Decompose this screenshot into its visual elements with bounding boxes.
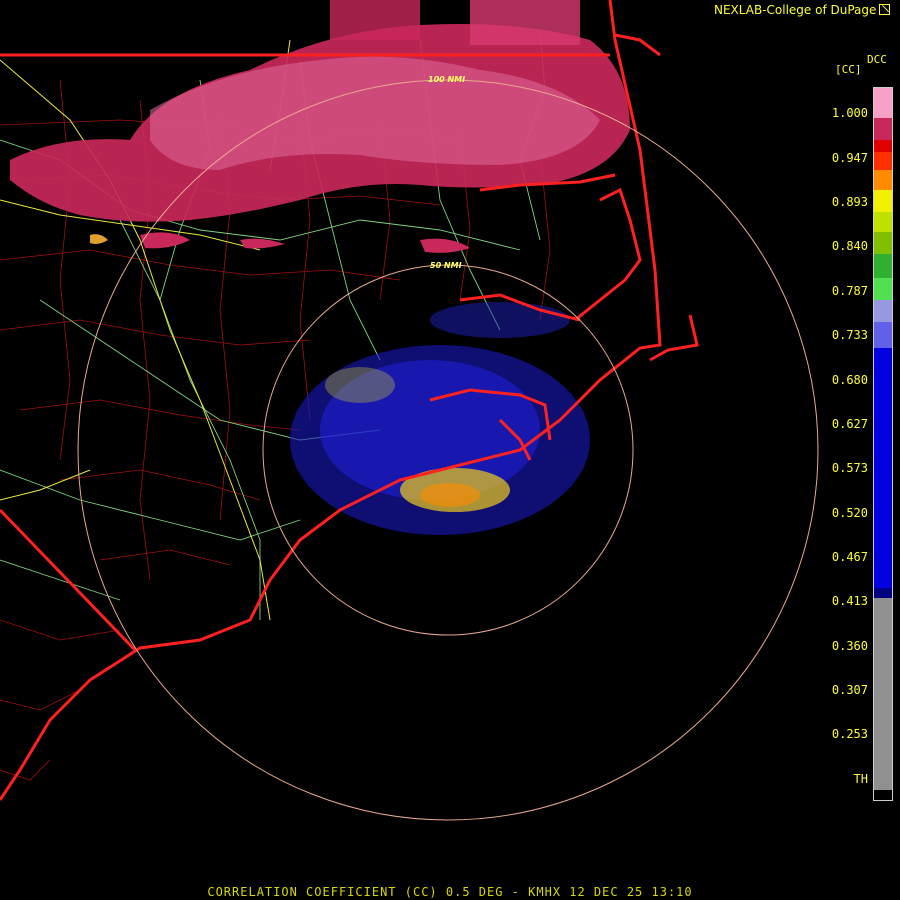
legend-tick: 0.307 [831, 683, 868, 697]
color-scale [873, 87, 893, 801]
legend-tick: 0.360 [831, 639, 868, 653]
range-label-50: 50 NMI [430, 261, 462, 270]
legend-tick: 0.467 [831, 550, 868, 564]
legend-tick: 0.627 [831, 417, 868, 431]
map-cursor-icon[interactable] [879, 4, 891, 15]
color-segment [874, 278, 892, 300]
footer-caption: CORRELATION COEFFICIENT (CC) 0.5 DEG - K… [207, 885, 693, 899]
color-segment [874, 300, 892, 322]
radar-map: 50 NMI 100 NMI [0, 0, 900, 900]
credit-text: NEXLAB-College of DuPage [714, 3, 877, 17]
color-segment [874, 232, 892, 254]
legend-tick: 0.947 [831, 151, 868, 165]
color-segment [874, 790, 892, 800]
color-segment [874, 152, 892, 170]
unit-label: [CC] [835, 63, 862, 76]
legend-tick: 0.787 [831, 284, 868, 298]
color-segment [874, 88, 892, 118]
legend-tick: 1.000 [831, 106, 868, 120]
color-segment [874, 170, 892, 190]
color-segment [874, 140, 892, 152]
color-segment [874, 588, 892, 598]
legend-tick: 0.840 [831, 239, 868, 253]
color-segment [874, 212, 892, 232]
legend-tick: 0.520 [831, 506, 868, 520]
color-segment [874, 348, 892, 588]
color-segment [874, 254, 892, 278]
legend-tick: TH [853, 772, 868, 786]
legend-tick: 0.733 [831, 328, 868, 342]
product-code: DCC [867, 53, 887, 66]
color-segment [874, 598, 892, 790]
color-segment [874, 190, 892, 212]
range-label-100: 100 NMI [428, 75, 465, 84]
legend-tick: 0.893 [831, 195, 868, 209]
legend-tick: 0.573 [831, 461, 868, 475]
color-segment [874, 322, 892, 348]
legend-tick: 0.680 [831, 373, 868, 387]
legend-tick: 0.253 [831, 727, 868, 741]
credit-label: NEXLAB-College of DuPage [714, 3, 891, 17]
legend-tick: 0.413 [831, 594, 868, 608]
